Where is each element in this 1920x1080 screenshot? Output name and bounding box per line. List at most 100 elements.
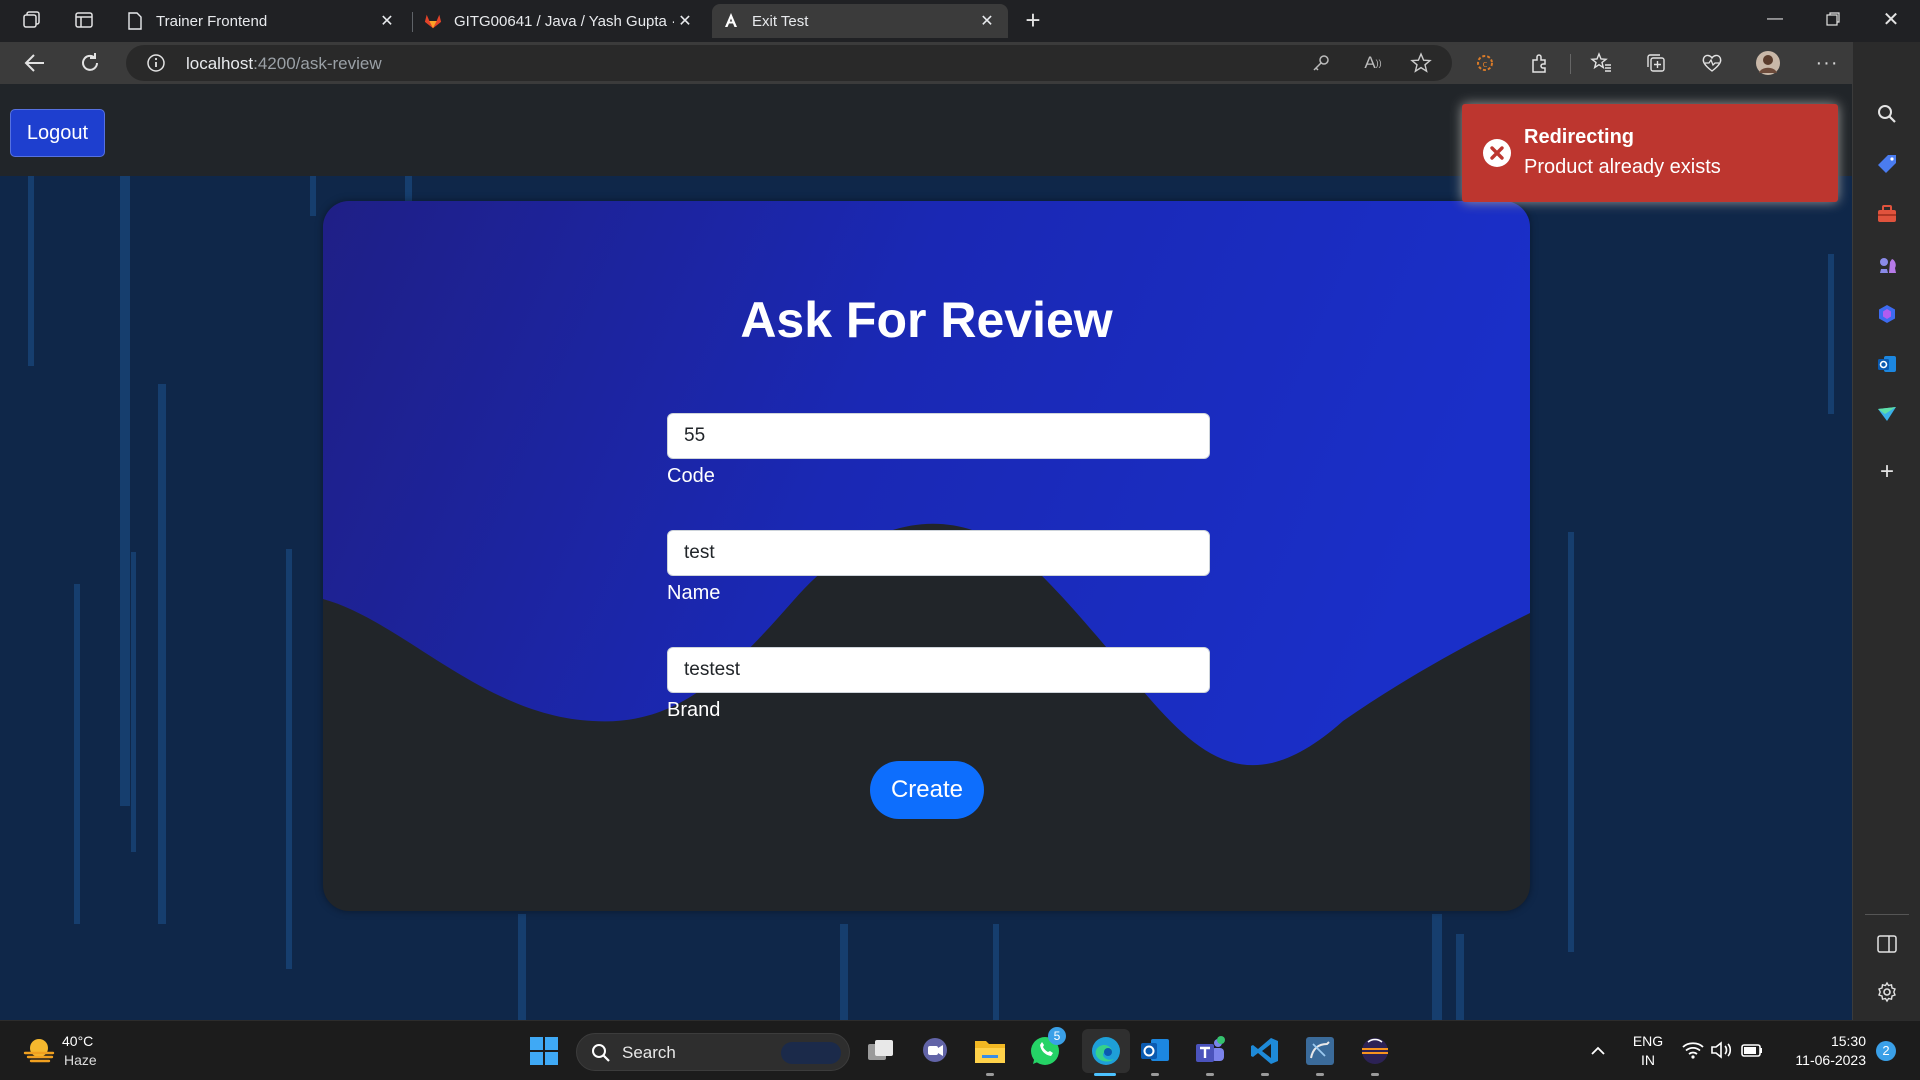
workspaces-icon[interactable] xyxy=(12,2,52,38)
browser-tab-bar: Trainer Frontend ✕ GITG00641 / Java / Ya… xyxy=(0,0,1920,42)
tab-gitlab[interactable]: GITG00641 / Java / Yash Gupta · ✕ xyxy=(414,4,706,38)
browser-essentials-icon[interactable] xyxy=(1697,48,1727,78)
language-indicator[interactable]: ENG xyxy=(1630,1032,1666,1051)
add-sidebar-app-icon[interactable]: + xyxy=(1871,456,1903,488)
code-input[interactable]: 55 xyxy=(667,413,1210,459)
page-icon xyxy=(126,12,144,30)
code-label: Code xyxy=(667,465,715,487)
file-explorer-icon[interactable] xyxy=(972,1033,1008,1069)
background-streak xyxy=(1432,914,1442,1020)
clock-date[interactable]: 11-06-2023 xyxy=(1772,1051,1866,1070)
weather-temp: 40°C xyxy=(62,1033,94,1049)
region-indicator: IN xyxy=(1641,1052,1655,1068)
close-tab-icon[interactable]: ✕ xyxy=(376,11,398,31)
search-icon xyxy=(591,1043,611,1068)
read-aloud-icon[interactable]: A)) xyxy=(1358,48,1388,78)
running-indicator xyxy=(1316,1073,1324,1076)
settings-more-icon[interactable]: ··· xyxy=(1812,48,1842,78)
teams-icon[interactable] xyxy=(1192,1033,1228,1069)
clock-time[interactable]: 15:30 xyxy=(1772,1032,1866,1051)
mysql-workbench-icon[interactable] xyxy=(1302,1033,1338,1069)
profile-avatar[interactable] xyxy=(1753,48,1783,78)
weather-haze-icon[interactable] xyxy=(22,1035,56,1072)
brand-input[interactable]: testest xyxy=(667,647,1210,693)
background-streak xyxy=(28,176,34,366)
url-path: :4200/ask-review xyxy=(253,54,382,73)
volume-icon[interactable] xyxy=(1710,1041,1734,1064)
page-viewport: Logout Ask For Review 55 Code test Name … xyxy=(0,84,1852,1020)
code-field: 55 Code xyxy=(667,413,1210,488)
eclipse-icon[interactable] xyxy=(1357,1033,1393,1069)
url-host: localhost xyxy=(186,54,254,73)
error-circle-icon xyxy=(1482,138,1512,173)
games-chess-icon[interactable] xyxy=(1871,248,1903,280)
site-info-icon[interactable] xyxy=(146,53,166,78)
background-streak xyxy=(120,176,130,806)
address-bar[interactable]: localhost:4200/ask-review A)) xyxy=(126,45,1452,81)
background-streak xyxy=(840,924,848,1020)
running-indicator xyxy=(1151,1073,1159,1076)
tab-title: Exit Test xyxy=(752,12,809,30)
windows-taskbar: 40°C Haze Search 5 ENG IN 15:30 11-06-20… xyxy=(0,1020,1920,1080)
notification-count-badge[interactable]: 2 xyxy=(1876,1041,1896,1061)
close-tab-icon[interactable]: ✕ xyxy=(976,11,998,31)
tab-actions-icon[interactable] xyxy=(64,2,104,38)
running-indicator xyxy=(986,1073,994,1076)
toast-title: Redirecting xyxy=(1524,126,1635,148)
copilot-icon[interactable] xyxy=(1871,298,1903,330)
name-input[interactable]: test xyxy=(667,530,1210,576)
url-text: localhost:4200/ask-review xyxy=(186,54,382,74)
sidebar-settings-gear-icon[interactable] xyxy=(1871,976,1903,1008)
favorites-icon[interactable] xyxy=(1586,48,1616,78)
task-view-icon[interactable] xyxy=(863,1033,899,1069)
error-toast[interactable]: Redirecting Product already exists xyxy=(1462,104,1838,202)
outlook-pre-icon[interactable] xyxy=(1137,1033,1173,1069)
edge-browser-icon[interactable] xyxy=(1082,1029,1130,1073)
refresh-icon[interactable] xyxy=(75,48,105,78)
gitlab-icon xyxy=(424,12,442,30)
extensions-icon[interactable] xyxy=(1525,48,1555,78)
wifi-icon[interactable] xyxy=(1682,1041,1704,1064)
running-indicator xyxy=(1206,1073,1214,1076)
name-field: test Name xyxy=(667,530,1210,605)
active-app-indicator xyxy=(1094,1073,1116,1076)
minimize-icon[interactable]: — xyxy=(1746,0,1804,38)
background-streak xyxy=(1828,254,1834,414)
toast-message: Product already exists xyxy=(1524,156,1721,178)
vscode-icon[interactable] xyxy=(1247,1033,1283,1069)
taskbar-search-box[interactable]: Search xyxy=(576,1033,850,1071)
brand-label: Brand xyxy=(667,699,721,721)
favorite-star-icon[interactable] xyxy=(1406,48,1436,78)
tab-exit-test[interactable]: Exit Test ✕ xyxy=(712,4,1008,38)
send-drop-icon[interactable] xyxy=(1871,398,1903,430)
page-title: Ask For Review xyxy=(740,292,1113,348)
hide-sidebar-icon[interactable] xyxy=(1871,928,1903,960)
shopping-tag-icon[interactable] xyxy=(1871,148,1903,180)
background-streak xyxy=(518,914,526,1020)
collections-icon[interactable] xyxy=(1641,48,1671,78)
restore-icon[interactable] xyxy=(1804,0,1862,38)
battery-charging-icon[interactable] xyxy=(1740,1041,1764,1064)
close-tab-icon[interactable]: ✕ xyxy=(674,11,696,31)
angular-icon xyxy=(722,12,740,30)
search-icon[interactable] xyxy=(1871,98,1903,130)
teams-chat-icon[interactable] xyxy=(917,1033,953,1069)
extension-puzzle-orange-icon[interactable]: c xyxy=(1470,48,1500,78)
weather-desc: Haze xyxy=(64,1052,97,1068)
show-hidden-icons-chevron-icon[interactable] xyxy=(1580,1033,1616,1069)
key-icon[interactable] xyxy=(1306,48,1336,78)
outlook-icon[interactable] xyxy=(1871,348,1903,380)
background-streak xyxy=(131,552,136,852)
back-icon[interactable] xyxy=(20,48,50,78)
background-streak xyxy=(158,384,166,924)
running-indicator xyxy=(1261,1073,1269,1076)
logout-button[interactable]: Logout xyxy=(10,109,105,157)
start-windows-icon[interactable] xyxy=(526,1033,562,1069)
new-tab-icon[interactable]: + xyxy=(1013,2,1053,38)
tab-trainer-frontend[interactable]: Trainer Frontend ✕ xyxy=(116,4,408,38)
close-window-icon[interactable]: ✕ xyxy=(1862,0,1920,38)
create-button[interactable]: Create xyxy=(870,761,984,819)
ask-review-card: Ask For Review 55 Code test Name testest… xyxy=(323,201,1530,911)
tools-briefcase-icon[interactable] xyxy=(1871,198,1903,230)
search-placeholder: Search xyxy=(622,1043,676,1062)
